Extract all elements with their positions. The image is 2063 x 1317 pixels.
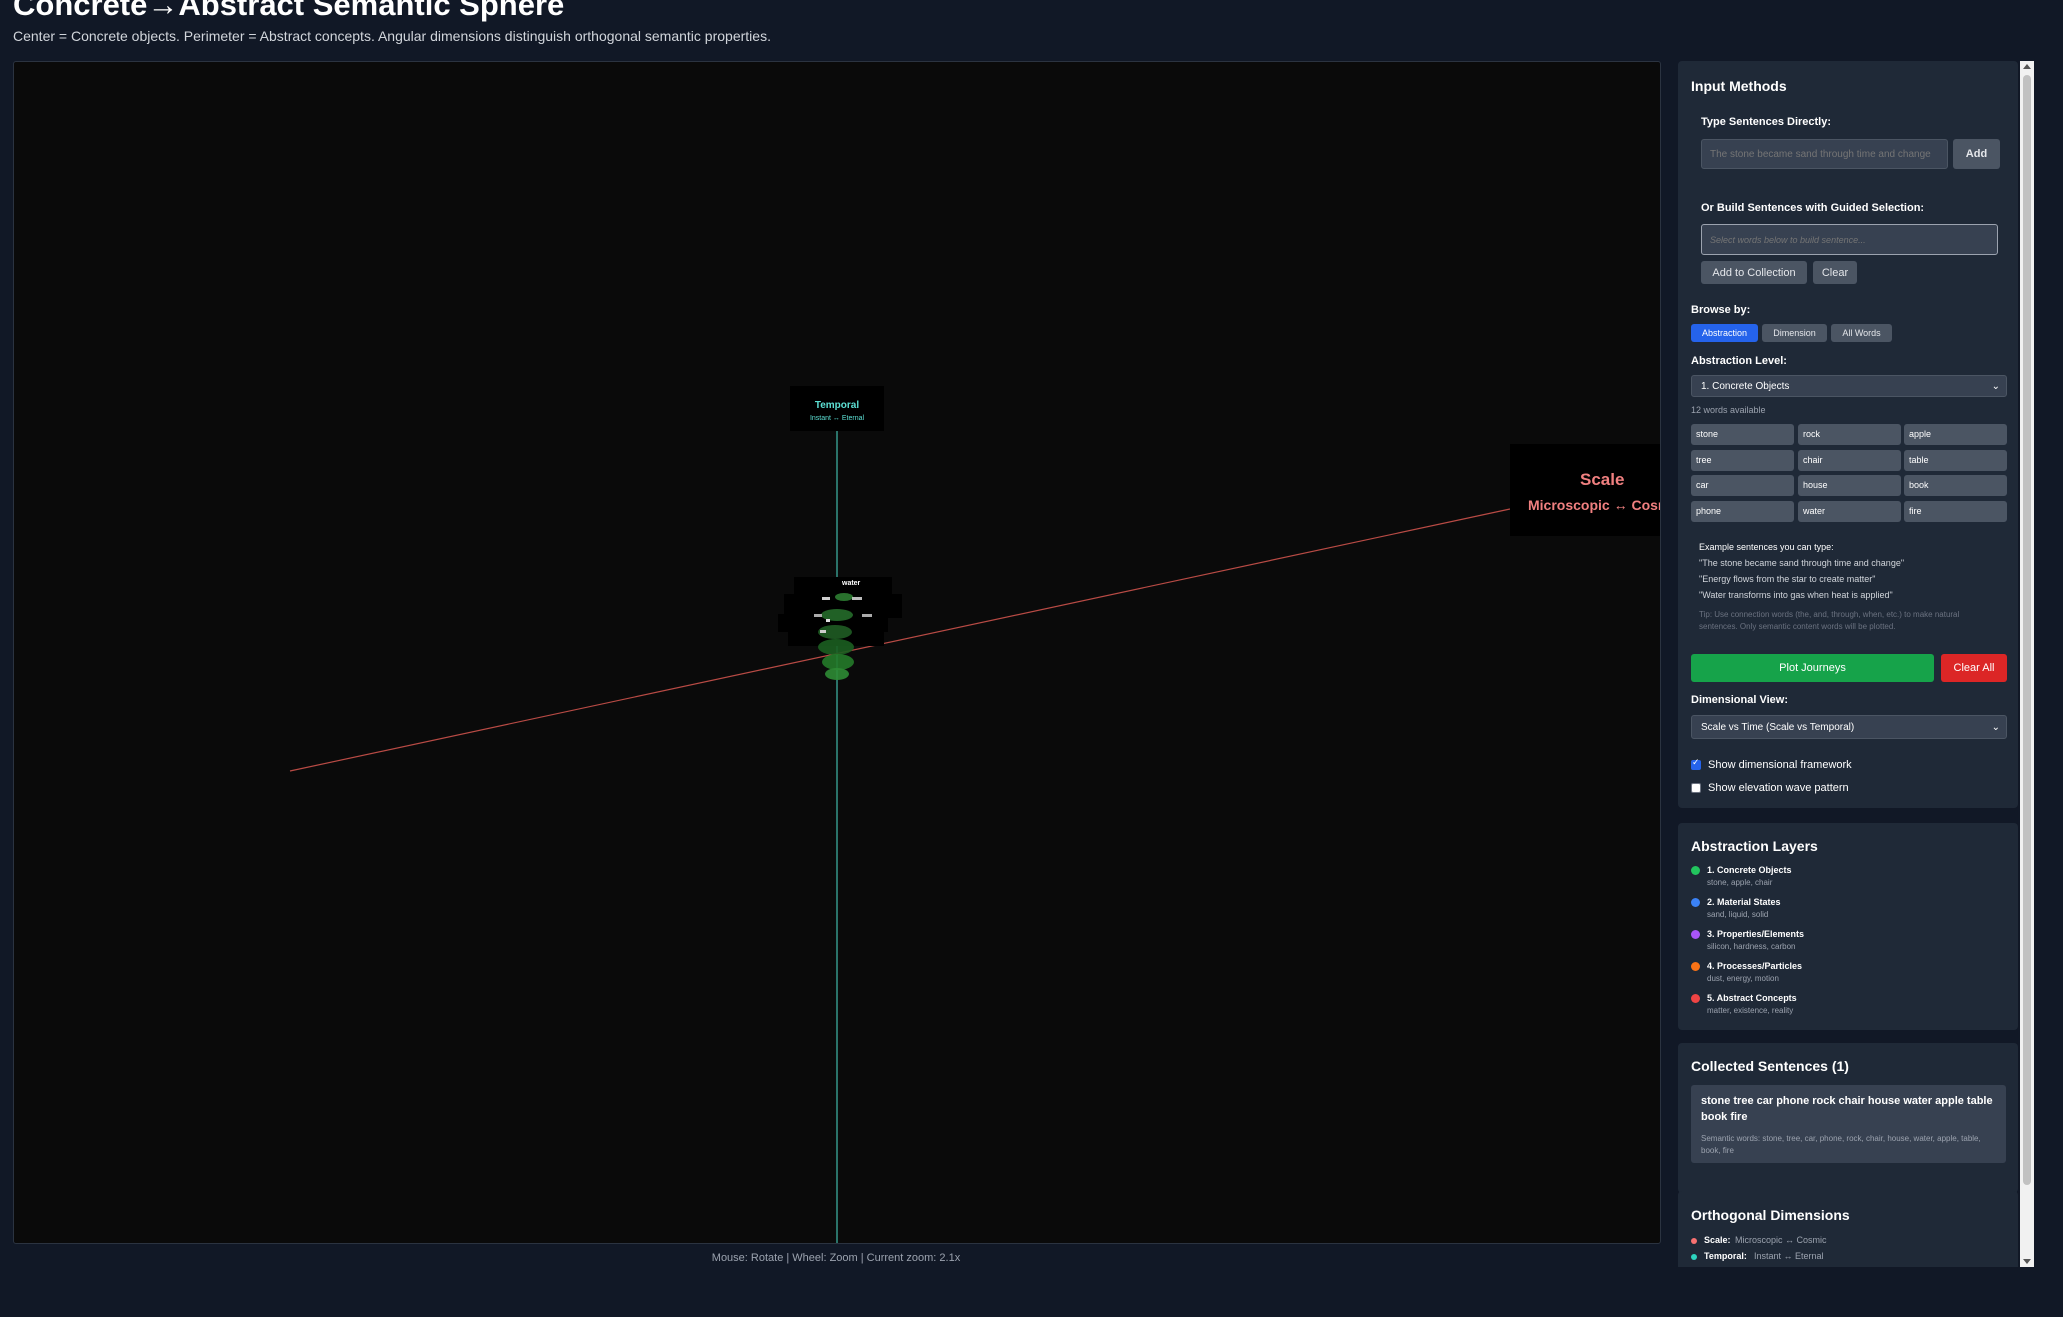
scrollbar-thumb[interactable]	[2023, 75, 2031, 1185]
input-methods-title: Input Methods	[1691, 78, 1787, 94]
temporal-axis-label: Temporal Instant ↔ Eternal	[790, 386, 884, 431]
input-methods-panel: Input Methods Type Sentences Directly: A…	[1678, 61, 2018, 808]
layer-examples: silicon, hardness, carbon	[1707, 942, 1796, 951]
abstraction-level-value: 1. Concrete Objects	[1701, 381, 1790, 392]
word-chip-house[interactable]: house	[1798, 475, 1901, 496]
layer-dot-abstract	[1691, 994, 1700, 1003]
orthogonal-dimensions-title: Orthogonal Dimensions	[1691, 1207, 1850, 1223]
word-chip-tree[interactable]: tree	[1691, 450, 1794, 471]
show-framework-checkbox[interactable]	[1691, 757, 1701, 770]
scroll-down-icon[interactable]	[2023, 1259, 2031, 1264]
layer-name: 1. Concrete Objects	[1707, 865, 1792, 875]
sentence-card[interactable]: stone tree car phone rock chair house wa…	[1691, 1085, 2006, 1163]
tip-text: Tip: Use connection words (the, and, thr…	[1699, 610, 1960, 631]
sentence-semantic-words: Semantic words: stone, tree, car, phone,…	[1701, 1134, 1981, 1155]
sentence-input[interactable]	[1701, 139, 1948, 169]
browse-by-label: Browse by:	[1691, 304, 1751, 316]
show-wave-label: Show elevation wave pattern	[1708, 782, 1849, 794]
scale-axis-label: Scale Microscopic ↔ Cosmic	[1510, 444, 1660, 536]
layer-examples: stone, apple, chair	[1707, 878, 1773, 887]
add-sentence-button[interactable]: Add	[1953, 139, 2000, 169]
example-sentence: "Energy flows from the star to create ma…	[1699, 574, 1876, 584]
dim-dot-temporal	[1691, 1254, 1697, 1260]
guided-selection-label: Or Build Sentences with Guided Selection…	[1701, 202, 1925, 214]
temporal-axis-range: Instant ↔ Eternal	[809, 415, 865, 422]
layer-dot-properties	[1691, 930, 1700, 939]
example-sentence: "Water transforms into gas when heat is …	[1699, 590, 1893, 600]
add-to-collection-button[interactable]: Add to Collection	[1701, 261, 1807, 284]
layer-dot-material	[1691, 898, 1700, 907]
word-cluster	[778, 577, 902, 680]
plot-journeys-button[interactable]: Plot Journeys	[1691, 654, 1934, 682]
layer-dot-concrete	[1691, 866, 1700, 875]
dim-dot-scale	[1691, 1238, 1697, 1244]
abstraction-layers-panel: Abstraction Layers 1. Concrete Objects s…	[1678, 823, 2018, 1030]
word-chip-chair[interactable]: chair	[1798, 450, 1901, 471]
scale-axis-line	[289, 508, 1511, 772]
layer-examples: matter, existence, reality	[1707, 1006, 1794, 1015]
temporal-axis-name: Temporal	[814, 400, 860, 411]
word-chip-phone[interactable]: phone	[1691, 501, 1794, 522]
page-title: Concrete→Abstract Semantic Sphere	[13, 0, 565, 22]
tab-abstraction[interactable]: Abstraction	[1691, 324, 1758, 342]
word-chip-table[interactable]: table	[1904, 450, 2007, 471]
word-chip-rock[interactable]: rock	[1798, 424, 1901, 445]
abstraction-level-select[interactable]: 1. Concrete Objects ⌄	[1691, 375, 2007, 397]
dim-name: Temporal:	[1704, 1251, 1747, 1261]
sidebar: Input Methods Type Sentences Directly: A…	[1678, 61, 2018, 1267]
type-sentences-label: Type Sentences Directly:	[1701, 116, 1832, 128]
chevron-down-icon: ⌄	[1991, 381, 2000, 392]
example-sentence: "The stone became sand through time and …	[1699, 558, 1905, 568]
guided-sentence-field[interactable]	[1701, 224, 1998, 255]
word-chip-car[interactable]: car	[1691, 475, 1794, 496]
dim-name: Scale:	[1704, 1235, 1731, 1245]
axes-svg	[289, 419, 1511, 1243]
word-chip-book[interactable]: book	[1904, 475, 2007, 496]
collected-sentences-panel: Collected Sentences (1) stone tree car p…	[1678, 1043, 2018, 1193]
layer-name: 4. Processes/Particles	[1707, 961, 1803, 971]
layer-dot-processes	[1691, 962, 1700, 971]
word-label-water: water	[842, 580, 861, 587]
sidebar-scrollbar[interactable]	[2020, 61, 2034, 1267]
collected-sentences-title: Collected Sentences (1)	[1691, 1058, 1849, 1074]
dimensional-view-value: Scale vs Time (Scale vs Temporal)	[1701, 722, 1855, 733]
dim-range: Instant ↔ Eternal	[1754, 1251, 1824, 1261]
scroll-up-icon[interactable]	[2023, 64, 2031, 69]
show-wave-checkbox[interactable]	[1691, 783, 1701, 793]
layer-examples: sand, liquid, solid	[1707, 910, 1769, 919]
abstraction-level-label: Abstraction Level:	[1691, 355, 1787, 367]
clear-guided-button[interactable]: Clear	[1813, 261, 1857, 284]
dimensional-view-select[interactable]: Scale vs Time (Scale vs Temporal) ⌄	[1691, 715, 2007, 739]
dimensional-view-label: Dimensional View:	[1691, 694, 1788, 706]
dim-range: Microscopic ↔ Cosmic	[1735, 1235, 1827, 1245]
clear-all-button[interactable]: Clear All	[1941, 654, 2007, 682]
layer-name: 3. Properties/Elements	[1707, 929, 1805, 939]
word-chip-apple[interactable]: apple	[1904, 424, 2007, 445]
word-chip-fire[interactable]: fire	[1904, 501, 2007, 522]
orthogonal-dimensions-panel: Orthogonal Dimensions Scale: Microscopic…	[1678, 1191, 2018, 1267]
scale-axis-range: Microscopic ↔ Cosmic	[1528, 497, 1660, 513]
abstraction-layers-title: Abstraction Layers	[1691, 838, 1818, 854]
tab-dimension[interactable]: Dimension	[1762, 324, 1827, 342]
zoom-status: Mouse: Rotate | Wheel: Zoom | Current zo…	[711, 1252, 961, 1264]
words-available-count: 12 words available	[1691, 405, 1766, 415]
word-chip-stone[interactable]: stone	[1691, 424, 1794, 445]
page-subtitle: Center = Concrete objects. Perimeter = A…	[13, 28, 771, 44]
show-framework-label: Show dimensional framework	[1708, 759, 1852, 771]
tab-all-words[interactable]: All Words	[1831, 324, 1892, 342]
layer-examples: dust, energy, motion	[1707, 974, 1779, 983]
scale-axis-name: Scale	[1580, 470, 1625, 489]
layer-name: 5. Abstract Concepts	[1707, 993, 1797, 1003]
sphere-canvas[interactable]: water Temporal Instant ↔ Eternal Scale M…	[13, 61, 1661, 1244]
word-chip-water[interactable]: water	[1798, 501, 1901, 522]
chevron-down-icon: ⌄	[1991, 722, 2000, 733]
layer-name: 2. Material States	[1707, 897, 1781, 907]
examples-title: Example sentences you can type:	[1699, 542, 1834, 552]
sentence-text: stone tree car phone rock chair house wa…	[1701, 1095, 1993, 1123]
